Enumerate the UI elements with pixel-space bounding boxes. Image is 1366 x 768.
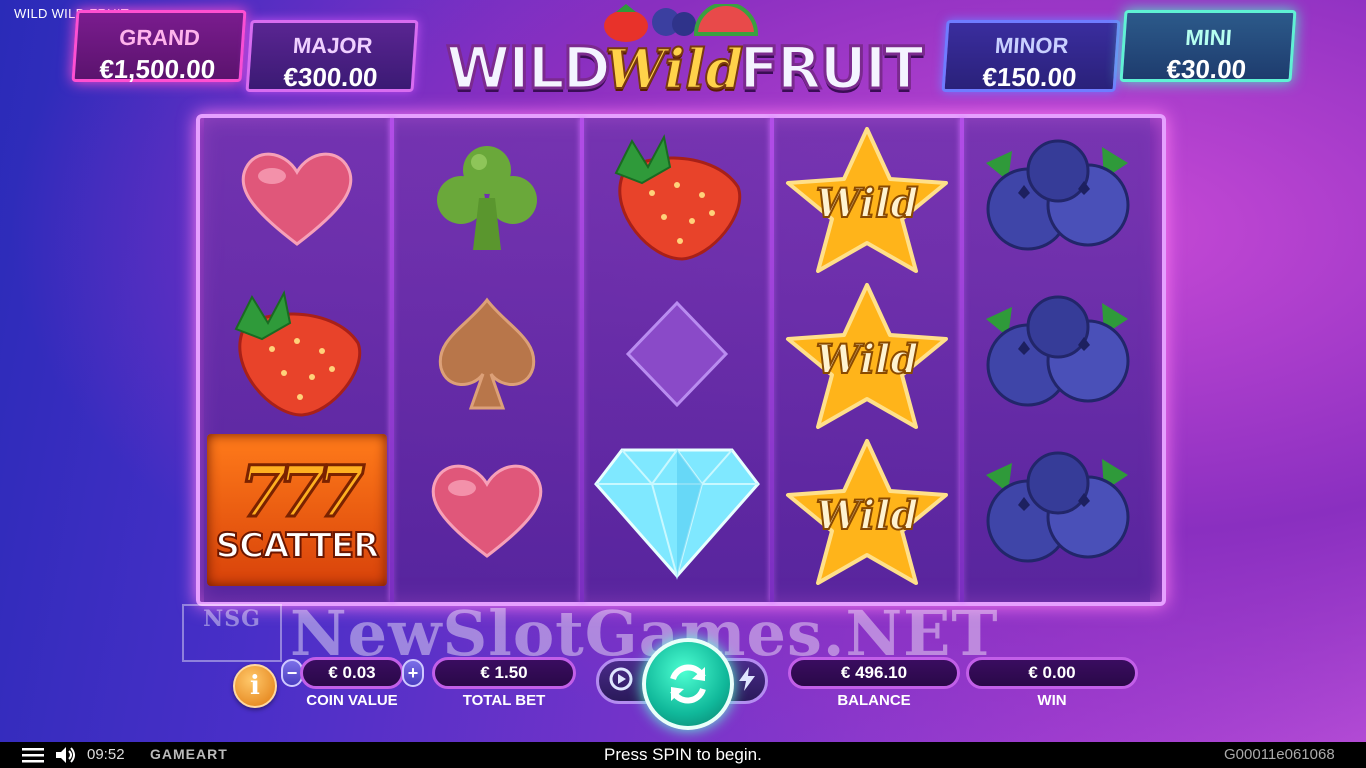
club-symbol (394, 120, 580, 276)
game-id: G00011e061068 (1224, 746, 1335, 763)
clock: 09:52 (87, 746, 125, 763)
blueberry-icon (986, 295, 1130, 407)
svg-text:Wild: Wild (816, 492, 919, 539)
reel-5 (964, 118, 1150, 602)
jackpot-minor-label: MINOR (994, 33, 1070, 58)
strawberry-symbol (584, 120, 770, 276)
jackpot-minor-value: €150.00 (981, 62, 1078, 92)
jackpot-grand-label: GRAND (118, 25, 201, 50)
autoplay-button[interactable] (606, 664, 636, 694)
win-display: € 0.00 (966, 657, 1138, 689)
scatter-icon: 777 SCATTER (207, 434, 387, 586)
strawberry-symbol (204, 276, 390, 432)
blueberry-symbol (964, 432, 1150, 588)
wild-icon: Wild (786, 127, 948, 273)
wild-symbol: Wild (774, 120, 960, 276)
info-button[interactable]: i (233, 664, 277, 708)
wild-icon: Wild (786, 439, 948, 585)
scatter-sevens: 777 (237, 450, 366, 533)
wild-icon: Wild (786, 283, 948, 429)
reel-1: 777 SCATTER (204, 118, 390, 602)
jackpot-major: MAJOR €300.00 (245, 20, 419, 92)
heart-symbol (204, 120, 390, 276)
diamond-suit-symbol (584, 276, 770, 432)
club-icon (437, 146, 537, 250)
reel-2 (394, 118, 580, 602)
coin-value-label: COIN VALUE (306, 692, 398, 709)
status-bar: 09:52 GAMEART Press SPIN to begin. G0001… (0, 742, 1366, 768)
jackpot-grand: GRAND €1,500.00 (71, 10, 247, 84)
scatter-label: SCATTER (215, 526, 381, 566)
spade-icon (438, 297, 536, 410)
total-bet-label: TOTAL BET (462, 692, 546, 709)
lightning-icon (739, 667, 755, 691)
heart-icon (241, 152, 353, 246)
spin-button[interactable] (642, 638, 734, 730)
jackpot-major-label: MAJOR (292, 33, 374, 58)
diamond-gem-icon (594, 448, 760, 580)
provider-logo: GAMEART (150, 746, 228, 762)
reels-frame: 777 SCATTER Wild Wild Wild (196, 114, 1166, 606)
jackpot-mini-value: €30.00 (1165, 54, 1248, 84)
logo-word-1: WILD (445, 33, 613, 104)
spade-symbol (394, 276, 580, 432)
spin-arrows-icon (670, 664, 706, 704)
total-bet-display[interactable]: € 1.50 (432, 657, 576, 689)
svg-text:Wild: Wild (816, 180, 919, 227)
diamond-gem-symbol (584, 432, 770, 588)
menu-icon[interactable] (22, 747, 44, 763)
coin-value-display: € 0.03 (300, 657, 404, 689)
jackpot-major-value: €300.00 (282, 62, 379, 92)
blueberry-symbol (964, 276, 1150, 432)
svg-text:Wild: Wild (816, 336, 919, 383)
balance-label: BALANCE (837, 692, 911, 709)
strawberry-icon (614, 134, 742, 261)
blueberry-icon (986, 139, 1130, 251)
sound-icon[interactable] (55, 746, 77, 764)
scatter-symbol: 777 SCATTER (204, 432, 390, 588)
heart-symbol (394, 432, 580, 588)
coin-plus-button[interactable]: + (402, 659, 424, 687)
diamond-suit-icon (625, 300, 729, 408)
turbo-button[interactable] (732, 664, 762, 694)
status-message: Press SPIN to begin. (604, 745, 762, 764)
heart-icon (431, 464, 543, 558)
jackpot-minor: MINOR €150.00 (941, 20, 1121, 92)
strawberry-icon (234, 290, 362, 417)
logo-word-2: Wild (604, 36, 744, 102)
wild-symbol: Wild (774, 432, 960, 588)
reel-4: Wild Wild Wild (774, 118, 960, 602)
jackpot-grand-value: €1,500.00 (98, 54, 217, 84)
jackpot-mini-label: MINI (1184, 25, 1233, 50)
wild-symbol: Wild (774, 276, 960, 432)
logo-word-3: FRUIT (738, 33, 926, 104)
reel-3 (584, 118, 770, 602)
blueberry-icon (986, 451, 1130, 563)
autoplay-icon (609, 667, 633, 691)
watermark-logo: NSG (182, 604, 282, 662)
balance-display: € 496.10 (788, 657, 960, 689)
logo-fruit-icon (604, 4, 759, 42)
win-label: WIN (1037, 692, 1067, 709)
blueberry-symbol (964, 120, 1150, 276)
game-logo: WILDWildFRUIT (436, 4, 932, 114)
jackpot-mini: MINI €30.00 (1119, 10, 1297, 84)
